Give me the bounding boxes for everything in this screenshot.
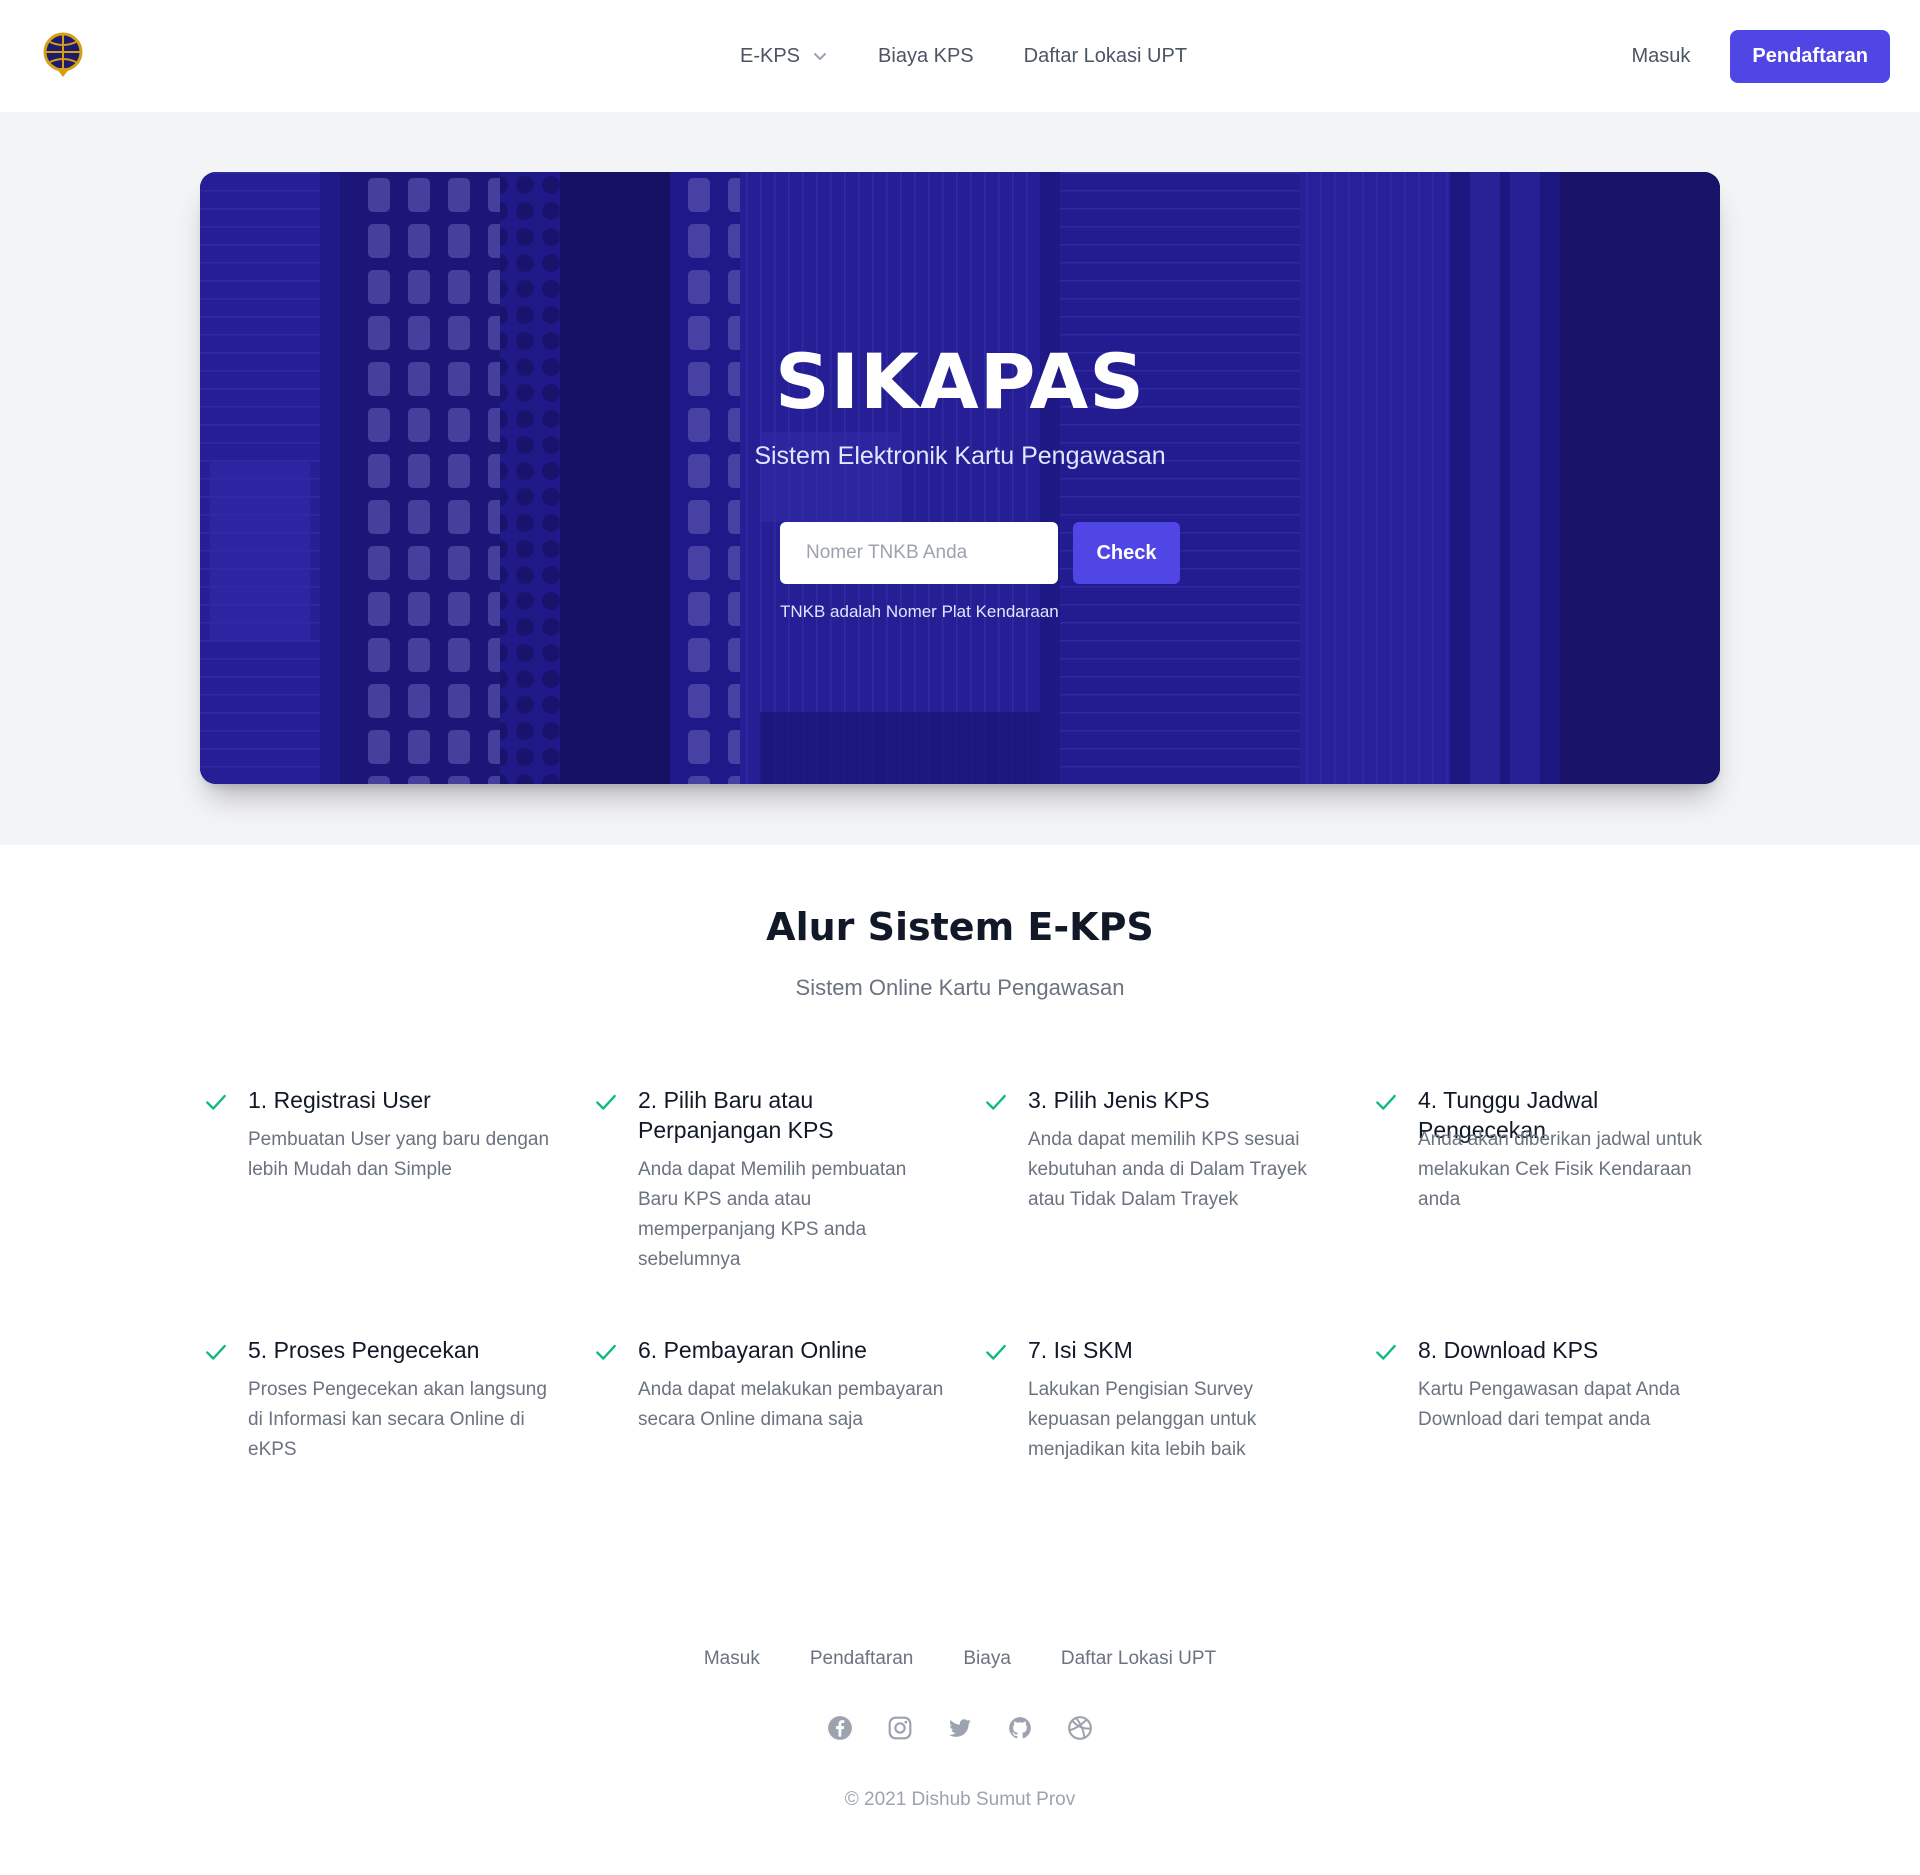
github-icon[interactable] bbox=[1007, 1715, 1033, 1741]
footer-link-masuk[interactable]: Masuk bbox=[704, 1648, 760, 1670]
facebook-icon[interactable] bbox=[827, 1715, 853, 1741]
step-title: 3. Pilih Jenis KPS bbox=[1028, 1087, 1210, 1113]
step-description: Anda dapat melakukan pembayaran secara O… bbox=[638, 1379, 944, 1430]
step-description: Kartu Pengawasan dapat Anda Download dar… bbox=[1418, 1379, 1680, 1430]
footer-link-daftar-lokasi-upt[interactable]: Daftar Lokasi UPT bbox=[1061, 1648, 1216, 1670]
check-icon bbox=[596, 1344, 616, 1360]
social-links bbox=[0, 1715, 1920, 1741]
footer-link-biaya[interactable]: Biaya bbox=[963, 1648, 1011, 1670]
hero-title: SIKAPAS bbox=[774, 337, 1145, 426]
check-icon bbox=[1376, 1344, 1396, 1360]
nav-daftar-lokasi-upt[interactable]: Daftar Lokasi UPT bbox=[1024, 45, 1187, 68]
step-title: 8. Download KPS bbox=[1418, 1337, 1599, 1363]
check-icon bbox=[986, 1344, 1006, 1360]
step-description: Anda akan diberikan jadwal untuk melakuk… bbox=[1418, 1129, 1703, 1210]
check-icon bbox=[1376, 1094, 1396, 1110]
top-navbar: E-KPS Biaya KPS Daftar Lokasi UPT Masuk … bbox=[0, 0, 1920, 112]
step-title: 5. Proses Pengecekan bbox=[248, 1337, 480, 1363]
step-description: Proses Pengecekan akan langsung di Infor… bbox=[248, 1379, 547, 1460]
hero-section: SIKAPAS Sistem Elektronik Kartu Pengawas… bbox=[0, 112, 1920, 845]
nav-ekps-label: E-KPS bbox=[740, 44, 801, 67]
hero-subtitle: Sistem Elektronik Kartu Pengawasan bbox=[754, 442, 1166, 470]
check-icon bbox=[206, 1344, 226, 1360]
hero-banner: SIKAPAS Sistem Elektronik Kartu Pengawas… bbox=[200, 172, 1720, 784]
tnkb-search-input[interactable] bbox=[780, 522, 1058, 584]
step-title: 7. Isi SKM bbox=[1028, 1337, 1133, 1363]
register-button[interactable]: Pendaftaran bbox=[1730, 30, 1890, 83]
check-icon bbox=[206, 1094, 226, 1110]
step-title: 2. Pilih Baru atau Perpanjangan KPS bbox=[638, 1087, 834, 1143]
hero-content: SIKAPAS Sistem Elektronik Kartu Pengawas… bbox=[200, 172, 1720, 784]
step-description: Anda dapat Memilih pembuatan Baru KPS an… bbox=[638, 1159, 907, 1270]
instagram-icon[interactable] bbox=[887, 1715, 913, 1741]
tnkb-hint: TNKB adalah Nomer Plat Kendaraan bbox=[780, 602, 1059, 621]
twitter-icon[interactable] bbox=[947, 1715, 973, 1741]
step-title: 1. Registrasi User bbox=[248, 1087, 431, 1113]
nav-actions: Masuk Pendaftaran bbox=[1632, 30, 1890, 83]
login-link[interactable]: Masuk bbox=[1632, 45, 1691, 68]
footer-link-pendaftaran[interactable]: Pendaftaran bbox=[810, 1648, 914, 1670]
step-title: 6. Pembayaran Online bbox=[638, 1337, 867, 1363]
check-icon bbox=[596, 1094, 616, 1110]
step-description: Anda dapat memilih KPS sesuai kebutuhan … bbox=[1028, 1129, 1307, 1210]
footer-links: Masuk Pendaftaran Biaya Daftar Lokasi UP… bbox=[0, 1648, 1920, 1670]
check-button[interactable]: Check bbox=[1073, 522, 1180, 584]
nav-ekps-dropdown[interactable]: E-KPS bbox=[740, 45, 828, 68]
nav-links: E-KPS Biaya KPS Daftar Lokasi UPT bbox=[740, 0, 1187, 112]
dishub-logo-icon[interactable] bbox=[42, 32, 84, 78]
check-icon bbox=[986, 1094, 1006, 1110]
nav-biaya-kps[interactable]: Biaya KPS bbox=[878, 45, 974, 68]
section-title: Alur Sistem E-KPS bbox=[766, 905, 1154, 949]
section-subtitle: Sistem Online Kartu Pengawasan bbox=[795, 975, 1125, 1000]
dribbble-icon[interactable] bbox=[1067, 1715, 1093, 1741]
step-description: Lakukan Pengisian Survey kepuasan pelang… bbox=[1028, 1379, 1257, 1460]
chevron-down-icon bbox=[814, 53, 827, 60]
copyright-text: © 2021 Dishub Sumut Prov bbox=[844, 1789, 1076, 1810]
step-description: Pembuatan User yang baru dengan lebih Mu… bbox=[248, 1129, 550, 1180]
